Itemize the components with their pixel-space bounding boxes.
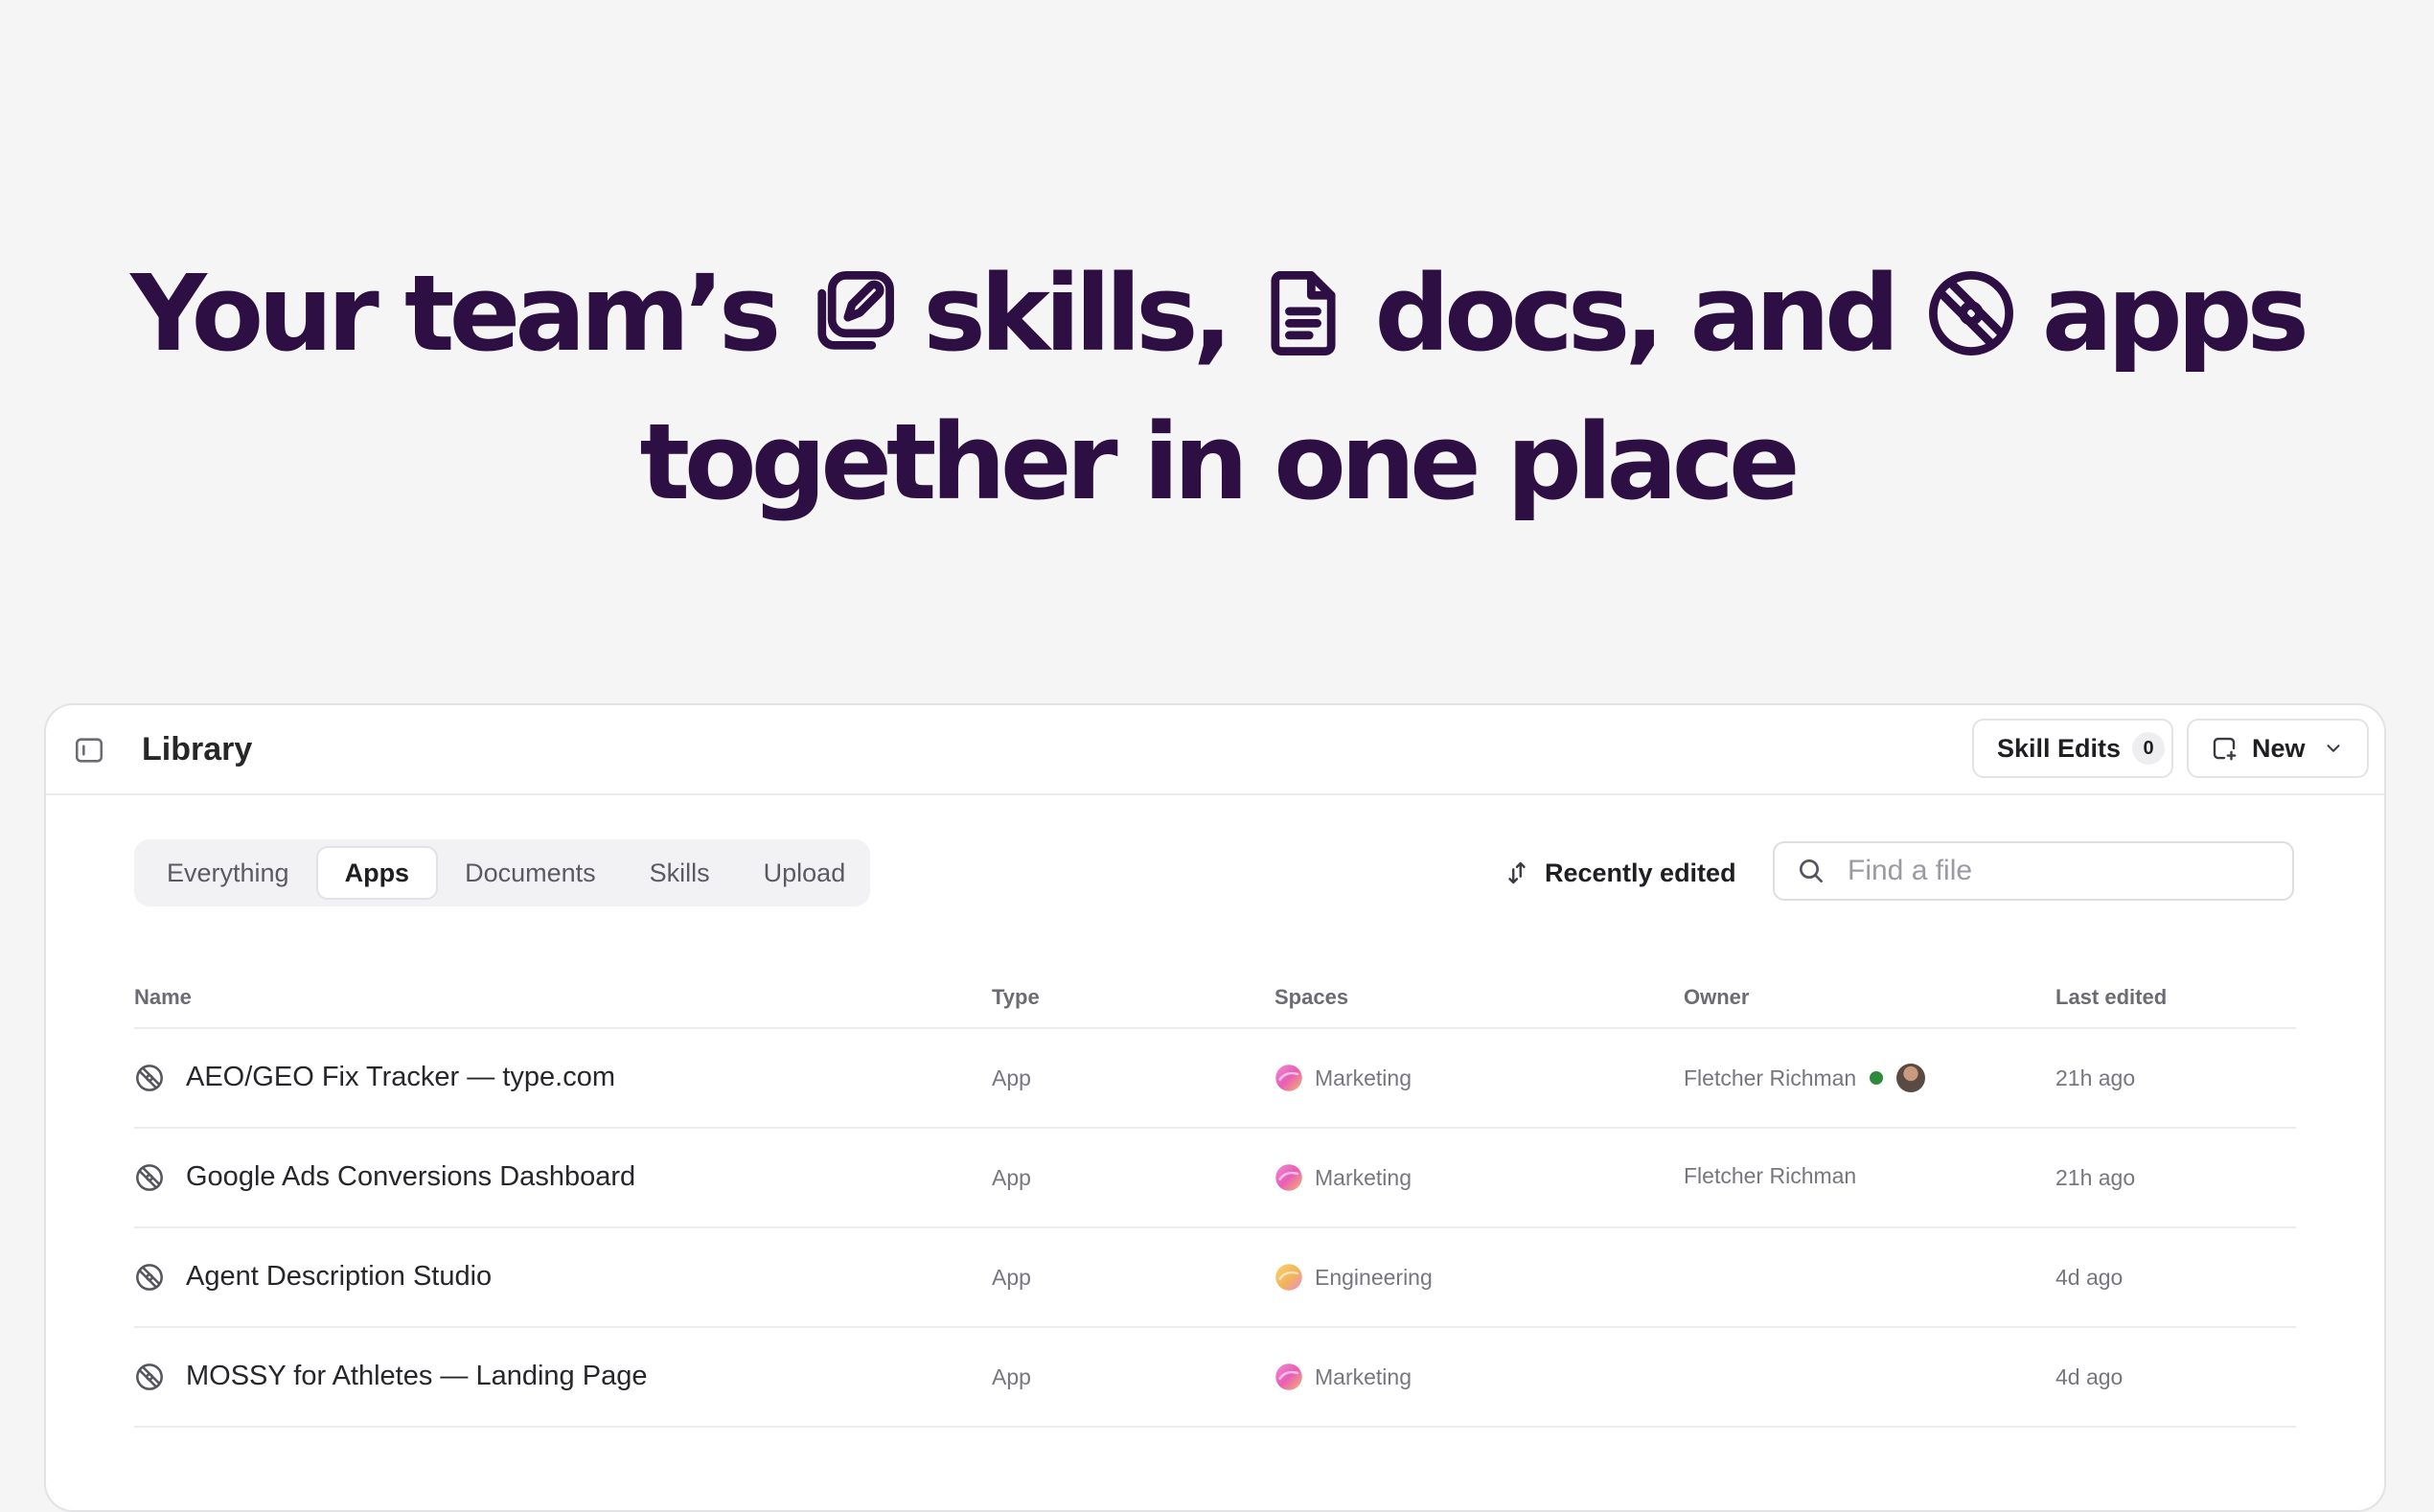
files-table: Name Type Spaces Owner Last edited AEO/G…: [134, 966, 2296, 1428]
skill-edit-icon: [804, 265, 900, 361]
filter-tabs: Everything Apps Documents Skills Upload: [134, 839, 870, 906]
app-icon: [134, 1262, 165, 1293]
search-box[interactable]: [1773, 841, 2294, 901]
row-space-label: Engineering: [1315, 1264, 1433, 1290]
row-last-edited: 21h ago: [2055, 1165, 2136, 1190]
row-space[interactable]: Marketing: [1274, 1363, 1412, 1391]
skill-edits-label: Skill Edits: [1997, 733, 2122, 763]
chevron-down-icon: [2323, 738, 2344, 759]
hero-part-3: docs, and: [1374, 252, 1899, 375]
row-name-cell: Google Ads Conversions Dashboard: [134, 1161, 635, 1193]
row-type: App: [992, 1364, 1031, 1389]
sort-arrows-icon: [1503, 857, 1531, 889]
new-file-icon: [2210, 734, 2239, 763]
row-space-label: Marketing: [1315, 1065, 1412, 1090]
tab-apps[interactable]: Apps: [315, 846, 439, 900]
sidebar-toggle-icon[interactable]: [73, 734, 105, 767]
row-name-cell: AEO/GEO Fix Tracker — type.com: [134, 1062, 615, 1093]
row-type: App: [992, 1065, 1031, 1090]
column-spaces[interactable]: Spaces: [1274, 985, 1348, 1010]
app-icon: [134, 1362, 165, 1392]
search-input[interactable]: [1846, 854, 2271, 888]
tab-skills[interactable]: Skills: [623, 846, 737, 900]
row-space[interactable]: Engineering: [1274, 1263, 1433, 1292]
table-row[interactable]: Agent Description Studio App Engineering…: [134, 1228, 2296, 1328]
library-title: Library: [142, 731, 253, 767]
row-type: App: [992, 1165, 1031, 1190]
row-name: Agent Description Studio: [186, 1261, 493, 1292]
row-owner-name: Fletcher Richman: [1684, 1163, 1857, 1188]
row-name: MOSSY for Athletes — Landing Page: [186, 1361, 648, 1391]
row-last-edited: 4d ago: [2055, 1265, 2124, 1290]
online-status-dot: [1870, 1071, 1884, 1085]
sort-button[interactable]: Recently edited: [1503, 849, 1736, 897]
new-button[interactable]: New: [2187, 719, 2369, 778]
hero-headline: Your team’s skills, docs, and apps toget…: [0, 240, 2434, 537]
tab-upload[interactable]: Upload: [737, 846, 873, 900]
search-icon: [1796, 856, 1826, 886]
skill-edits-button[interactable]: Skill Edits 0: [1972, 719, 2173, 778]
row-space[interactable]: Marketing: [1274, 1064, 1412, 1092]
avatar: [1896, 1064, 1926, 1092]
hero-line-1: Your team’s skills, docs, and apps: [0, 240, 2434, 388]
row-owner: Fletcher Richman: [1684, 1064, 1926, 1092]
document-icon: [1255, 265, 1351, 361]
marketing-space-icon: [1274, 1163, 1303, 1192]
library-panel: Library Skill Edits 0 New Everything App…: [44, 703, 2386, 1512]
column-last-edited[interactable]: Last edited: [2055, 985, 2167, 1010]
hero-part-4: apps: [2041, 252, 2309, 375]
row-owner: Fletcher Richman: [1684, 1163, 1856, 1189]
row-name: AEO/GEO Fix Tracker — type.com: [186, 1062, 615, 1092]
row-name: Google Ads Conversions Dashboard: [186, 1161, 636, 1192]
row-space[interactable]: Marketing: [1274, 1163, 1412, 1192]
library-topbar: Library Skill Edits 0 New: [46, 705, 2384, 795]
row-space-label: Marketing: [1315, 1164, 1412, 1190]
table-row[interactable]: MOSSY for Athletes — Landing Page App Ma…: [134, 1328, 2296, 1428]
hero-part-2: skills,: [923, 252, 1232, 375]
row-type: App: [992, 1265, 1031, 1290]
hero-part-1: Your team’s: [130, 252, 781, 375]
table-header: Name Type Spaces Owner Last edited: [134, 966, 2296, 1029]
app-icon: [134, 1063, 165, 1093]
row-last-edited: 21h ago: [2055, 1065, 2136, 1090]
row-space-label: Marketing: [1315, 1363, 1412, 1389]
app-icon: [134, 1162, 165, 1193]
engineering-space-icon: [1274, 1263, 1303, 1292]
marketing-space-icon: [1274, 1064, 1303, 1092]
tab-everything[interactable]: Everything: [140, 846, 316, 900]
app-icon: [1923, 265, 2019, 361]
row-last-edited: 4d ago: [2055, 1364, 2124, 1389]
column-name[interactable]: Name: [134, 985, 192, 1010]
skill-edits-count-badge: 0: [2132, 732, 2166, 765]
row-owner-name: Fletcher Richman: [1684, 1065, 1857, 1090]
new-label: New: [2252, 733, 2306, 763]
marketing-space-icon: [1274, 1363, 1303, 1391]
column-type[interactable]: Type: [992, 985, 1040, 1010]
tab-documents[interactable]: Documents: [438, 846, 623, 900]
sort-label: Recently edited: [1545, 858, 1736, 887]
hero-line-2: together in one place: [639, 401, 1800, 523]
table-row[interactable]: AEO/GEO Fix Tracker — type.com App Marke…: [134, 1029, 2296, 1129]
column-owner[interactable]: Owner: [1684, 985, 1749, 1010]
row-name-cell: MOSSY for Athletes — Landing Page: [134, 1361, 647, 1392]
table-row[interactable]: Google Ads Conversions Dashboard App Mar…: [134, 1129, 2296, 1228]
row-name-cell: Agent Description Studio: [134, 1261, 492, 1293]
